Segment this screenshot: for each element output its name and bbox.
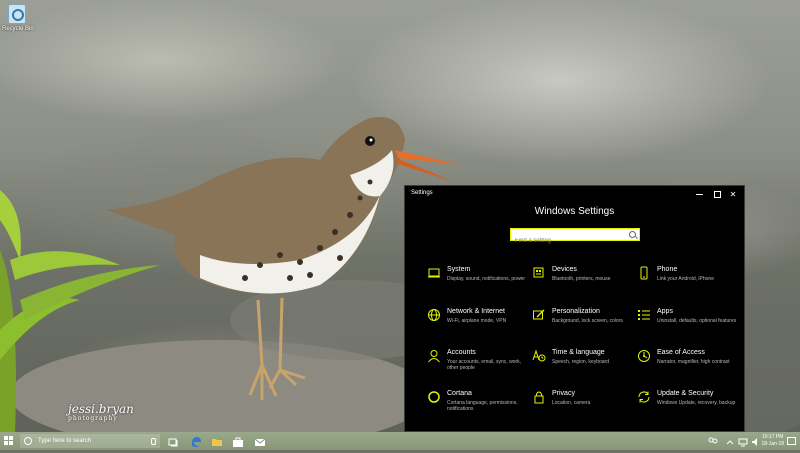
recycle-bin-shortcut[interactable]: Recycle Bin [2,4,34,32]
tile-desc: Cortana language, permissions, notificat… [447,400,518,412]
task-view-icon [168,438,178,447]
taskbar-clock[interactable]: 10:17 PM 18-Jan-18 [761,434,784,448]
settings-search-box[interactable] [510,228,640,247]
tile-desc: Display, sound, notifications, power [447,276,526,282]
store-bag-icon [233,437,243,447]
tile-network-internet[interactable]: Network & Internet Wi-Fi, airplane mode,… [427,308,527,342]
settings-search-input[interactable] [511,235,627,247]
network-icon [738,438,748,447]
close-button[interactable]: ✕ [724,186,742,202]
laptop-icon [427,266,441,280]
store-button[interactable] [232,435,244,447]
tile-desc: Background, lock screen, colors [552,318,623,324]
apps-list-icon [637,308,651,322]
ease-of-access-icon [637,349,651,363]
tile-phone[interactable]: Phone Link your Android, iPhone [637,266,737,300]
network-tray-button[interactable] [737,435,749,447]
mail-icon [254,438,266,446]
tile-apps[interactable]: Apps Uninstall, defaults, optional featu… [637,308,737,342]
microphone-icon[interactable] [151,438,156,445]
photo-watermark: jessi.bryan photography [68,403,134,424]
tile-name: Time & language [552,349,605,356]
recycle-bin-icon [8,4,26,24]
tile-update-security[interactable]: Update & Security Windows Update, recove… [637,390,737,424]
windows-logo-icon [9,441,13,445]
tile-name: Ease of Access [657,349,705,356]
tile-devices[interactable]: Devices Bluetooth, printers, mouse [532,266,632,300]
tile-desc: Location, camera [552,400,591,406]
sync-arrows-icon [637,390,651,404]
minimize-icon [695,193,703,195]
tile-personalization[interactable]: Personalization Background, lock screen,… [532,308,632,342]
chevron-up-icon [726,440,734,445]
tile-name: Privacy [552,390,575,397]
cortana-circle-icon [24,437,32,445]
globe-icon [427,308,441,322]
keyboard-icon [532,266,546,280]
show-hidden-icons-button[interactable] [724,435,736,447]
tile-desc: Windows Update, recovery, backup [657,400,736,406]
window-titlebar[interactable]: Settings ✕ [405,186,744,202]
close-icon: ✕ [729,189,737,199]
windows-logo-icon [9,436,13,440]
settings-window: Settings ✕ Windows Settings System Displ… [404,185,745,432]
tile-cortana[interactable]: Cortana Cortana language, permissions, n… [427,390,527,424]
page-title: Windows Settings [534,206,615,217]
tile-time-language[interactable]: Time & language Speech, region, keyboard [532,349,632,383]
search-icon[interactable] [629,231,636,238]
mail-button[interactable] [254,435,266,447]
tile-desc: Narrator, magnifier, high contrast [657,359,730,365]
tile-desc: Uninstall, defaults, optional features [657,318,737,324]
edge-icon [192,437,201,447]
tile-desc: Link your Android, iPhone [657,276,714,282]
tile-name: Phone [657,266,678,273]
people-button[interactable] [707,435,719,447]
edge-taskbar-button[interactable] [190,435,202,447]
speaker-icon [752,438,757,446]
clock-time: 10:17 PM [762,434,784,440]
person-icon [427,349,441,363]
tile-name: Network & Internet [447,308,505,315]
taskbar-search-box[interactable]: Type here to search [20,434,160,448]
task-view-button[interactable] [168,435,180,447]
action-center-button[interactable] [787,437,796,445]
windows-logo-icon [4,436,8,440]
tile-ease-of-access[interactable]: Ease of Access Narrator, magnifier, high… [637,349,737,383]
phone-icon [637,266,651,280]
file-explorer-button[interactable] [211,435,223,447]
paintbrush-icon [532,308,546,322]
taskbar-search-placeholder: Type here to search [38,438,92,444]
clock-language-icon [532,349,546,363]
tile-privacy[interactable]: Privacy Location, camera [532,390,632,424]
taskbar: Type here to search 10:17 PM 18-Jan-18 [0,432,800,450]
clock-date: 18-Jan-18 [761,441,784,447]
tile-name: Devices [552,266,577,273]
start-button[interactable] [4,436,14,446]
tile-name: Accounts [447,349,476,356]
tile-system[interactable]: System Display, sound, notifications, po… [427,266,527,300]
cortana-ring-icon [427,390,441,404]
window-title: Settings [411,190,433,196]
tile-accounts[interactable]: Accounts Your accounts, email, sync, wor… [427,349,527,383]
recycle-bin-label: Recycle Bin [2,26,34,32]
minimize-button[interactable] [690,186,708,202]
tile-desc: Speech, region, keyboard [552,359,609,365]
tile-desc: Your accounts, email, sync, work, other … [447,359,522,371]
tile-desc: Wi-Fi, airplane mode, VPN [447,318,507,324]
windows-logo-icon [4,441,8,445]
lock-icon [532,390,546,404]
tile-name: Cortana [447,390,472,397]
folder-icon [212,439,222,446]
tile-name: Update & Security [657,390,714,397]
volume-tray-button[interactable] [750,435,762,447]
tile-name: Apps [657,308,673,315]
people-icon [708,437,718,444]
tile-name: Personalization [552,308,600,315]
tile-desc: Bluetooth, printers, mouse [552,276,611,282]
tile-name: System [447,266,471,273]
maximize-icon [713,190,721,198]
